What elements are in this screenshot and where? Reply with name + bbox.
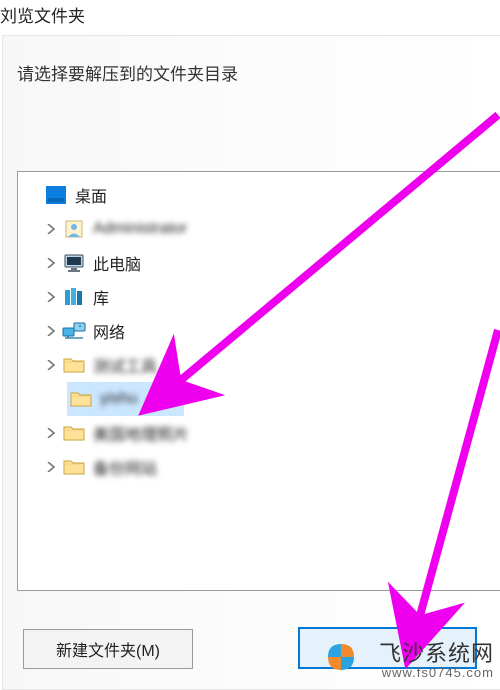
tree-row[interactable]: Administrator [22,212,500,246]
tree-label: 此电脑 [93,251,141,275]
expander-icon[interactable] [40,354,62,376]
tree-row[interactable]: 备份网站 [22,450,500,484]
tree-row-selected[interactable]: yishu [67,382,184,416]
instruction-text: 请选择要解压到的文件夹目录 [17,60,238,85]
tree-row-root[interactable]: 桌面 [22,178,500,212]
folder-tree[interactable]: 桌面 Administrator 此电脑 [17,171,500,591]
folder-icon [69,387,93,411]
desktop-icon [44,183,68,207]
expander-icon[interactable] [40,218,62,240]
user-icon [62,217,86,241]
tree-label: 美国地理照片 [93,421,189,445]
tree-label: 库 [93,285,109,309]
new-folder-button[interactable]: 新建文件夹(M) [23,629,193,669]
tree-row[interactable]: 测试工具 [22,348,500,382]
folder-icon [62,353,86,377]
dialog-title: 刘览文件夹 [0,2,85,27]
tree-label: yishu [100,390,137,408]
expander-icon[interactable] [40,456,62,478]
button-label: 新建文件夹(M) [56,637,160,661]
pc-icon [62,251,86,275]
expander-icon[interactable] [40,252,62,274]
network-icon [62,319,86,343]
tree-row[interactable]: 此电脑 [22,246,500,280]
watermark-icon [324,640,358,678]
folder-icon [62,455,86,479]
expander-icon[interactable] [40,422,62,444]
tree-label: 备份网站 [93,455,157,479]
dialog-body: 请选择要解压到的文件夹目录 桌面 Administrator [2,35,500,690]
watermark: 飞沙系统网 www.fs0745.com [379,642,494,680]
tree-label: 网络 [93,319,125,343]
library-icon [62,285,86,309]
expander-icon[interactable] [40,286,62,308]
watermark-url: www.fs0745.com [379,666,494,680]
expander-icon[interactable] [40,320,62,342]
tree-row[interactable]: 库 [22,280,500,314]
tree-label: 桌面 [75,183,107,207]
watermark-title: 飞沙系统网 [379,642,494,666]
tree-row[interactable]: 网络 [22,314,500,348]
tree-label: 测试工具 [93,353,157,377]
tree-label: Administrator [93,220,187,238]
folder-icon [62,421,86,445]
spacer [22,184,44,206]
tree-row[interactable]: 美国地理照片 [22,416,500,450]
